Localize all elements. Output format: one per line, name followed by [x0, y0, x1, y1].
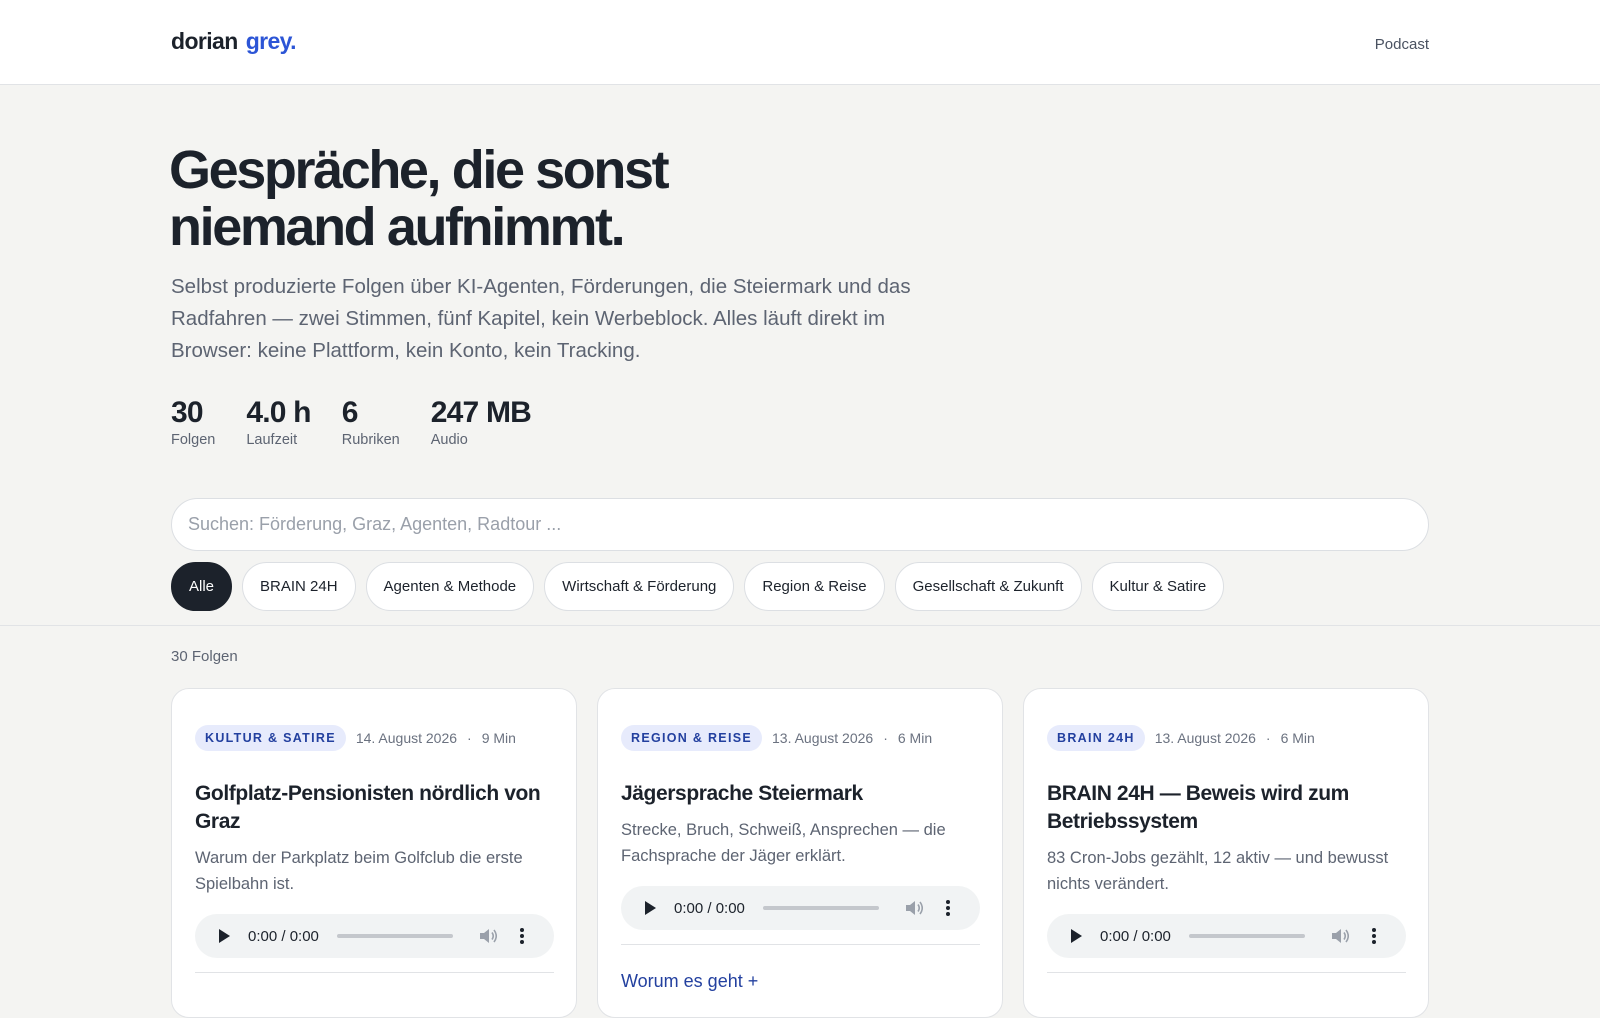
section-divider: [0, 625, 1600, 626]
search-input[interactable]: [171, 498, 1429, 551]
stat-label: Audio: [430, 432, 468, 448]
category-badge[interactable]: REGION & REISE: [621, 725, 762, 751]
progress-track[interactable]: [762, 906, 879, 910]
episode-title[interactable]: Jägersprache Steiermark: [621, 780, 987, 808]
stat-categories: 6 Rubriken: [342, 396, 400, 450]
stat-episodes: 30 Folgen: [171, 396, 215, 450]
about-episode-link[interactable]: Worum es geht +: [621, 971, 758, 992]
player-time: 0:00 / 0:00: [1100, 927, 1171, 945]
stat-value: 30: [171, 396, 204, 429]
filter-chip-brain-24h[interactable]: BRAIN 24H: [242, 562, 356, 611]
play-icon[interactable]: [219, 929, 230, 943]
card-divider: [1047, 972, 1406, 973]
category-badge[interactable]: BRAIN 24H: [1047, 725, 1145, 751]
filter-chip-region-reise[interactable]: Region & Reise: [744, 562, 885, 611]
play-icon[interactable]: [1071, 929, 1082, 943]
audio-player: 0:00 / 0:00: [1047, 914, 1406, 958]
logo-accent: grey.: [245, 28, 297, 54]
volume-icon[interactable]: [1331, 928, 1349, 944]
play-icon[interactable]: [645, 901, 656, 915]
episode-date: 13. August 2026: [1154, 730, 1256, 746]
stat-label: Laufzeit: [246, 432, 298, 448]
episode-date: 13. August 2026: [772, 730, 874, 746]
more-options-icon[interactable]: [941, 899, 955, 917]
meta-separator: ·: [883, 730, 888, 746]
volume-icon[interactable]: [479, 928, 497, 944]
card-divider: [195, 972, 554, 973]
episode-description: Strecke, Bruch, Schweiß, Ansprechen — di…: [621, 821, 946, 865]
category-badge[interactable]: KULTUR & SATIRE: [195, 725, 346, 751]
hero-description: Selbst produzierte Folgen über KI-Agente…: [171, 275, 911, 362]
progress-track[interactable]: [336, 934, 453, 938]
stat-label: Rubriken: [341, 432, 400, 448]
episode-duration: 6 Min: [897, 730, 933, 746]
player-time: 0:00 / 0:00: [248, 927, 319, 945]
top-bar: dorian grey. Podcast: [0, 0, 1600, 85]
stat-runtime: 4.0 h Laufzeit: [246, 396, 311, 450]
progress-track[interactable]: [1188, 934, 1305, 938]
episode-card: KULTUR & SATIRE 14. August 2026 · 9 Min …: [171, 688, 577, 1018]
meta-separator: ·: [467, 730, 472, 746]
episode-title[interactable]: Golfplatz-Pensionisten nördlich von Graz: [195, 780, 561, 836]
filter-chip-gesellschaft-zukunft[interactable]: Gesellschaft & Zukunft: [894, 562, 1082, 611]
category-filters: Alle BRAIN 24H Agenten & Methode Wirtsch…: [171, 562, 1234, 611]
more-options-icon[interactable]: [1367, 927, 1381, 945]
stat-label: Folgen: [171, 432, 216, 448]
audio-player: 0:00 / 0:00: [195, 914, 554, 958]
filter-chip-kultur-satire[interactable]: Kultur & Satire: [1091, 562, 1225, 611]
filter-chip-wirtschaft-foerderung[interactable]: Wirtschaft & Förderung: [544, 562, 735, 611]
episode-count: 30 Folgen: [171, 648, 238, 665]
meta-separator: ·: [1265, 730, 1271, 746]
episode-duration: 6 Min: [1280, 730, 1315, 746]
stat-value: 4.0 h: [246, 396, 311, 429]
volume-icon[interactable]: [905, 900, 923, 916]
stats-row: 30 Folgen 4.0 h Laufzeit 6 Rubriken 247 …: [171, 396, 562, 450]
audio-player: 0:00 / 0:00: [621, 886, 980, 930]
episode-description: Warum der Parkplatz beim Golfclub die er…: [195, 849, 523, 893]
player-time: 0:00 / 0:00: [674, 899, 745, 917]
stat-value: 6: [341, 396, 359, 429]
episode-meta: KULTUR & SATIRE 14. August 2026 · 9 Min: [195, 725, 516, 751]
stat-value: 247 MB: [430, 396, 532, 429]
hero-title: Gespräche, die sonst niemand aufnimmt.: [169, 140, 670, 257]
stat-audio-size: 247 MB Audio: [430, 396, 532, 450]
episode-card: REGION & REISE 13. August 2026 · 6 Min J…: [597, 688, 1003, 1018]
episode-meta: BRAIN 24H 13. August 2026 · 6 Min: [1047, 725, 1315, 751]
filter-chip-all[interactable]: Alle: [171, 562, 233, 611]
more-options-icon[interactable]: [515, 927, 529, 945]
logo-wordmark: dorian: [171, 28, 238, 54]
filter-chip-agenten-methode[interactable]: Agenten & Methode: [365, 562, 535, 611]
episode-card: BRAIN 24H 13. August 2026 · 6 Min BRAIN …: [1023, 688, 1429, 1018]
site-logo[interactable]: dorian grey.: [171, 28, 297, 55]
episode-duration: 9 Min: [481, 730, 516, 746]
episode-date: 14. August 2026: [355, 730, 458, 746]
card-divider: [621, 944, 980, 945]
episode-description: 83 Cron-Jobs gezählt, 12 aktiv — und bew…: [1047, 849, 1389, 893]
nav-podcast-link[interactable]: Podcast: [1375, 36, 1429, 53]
episode-title[interactable]: BRAIN 24H — Beweis wird zum Betriebssyst…: [1047, 780, 1413, 836]
episode-meta: REGION & REISE 13. August 2026 · 6 Min: [621, 725, 932, 751]
